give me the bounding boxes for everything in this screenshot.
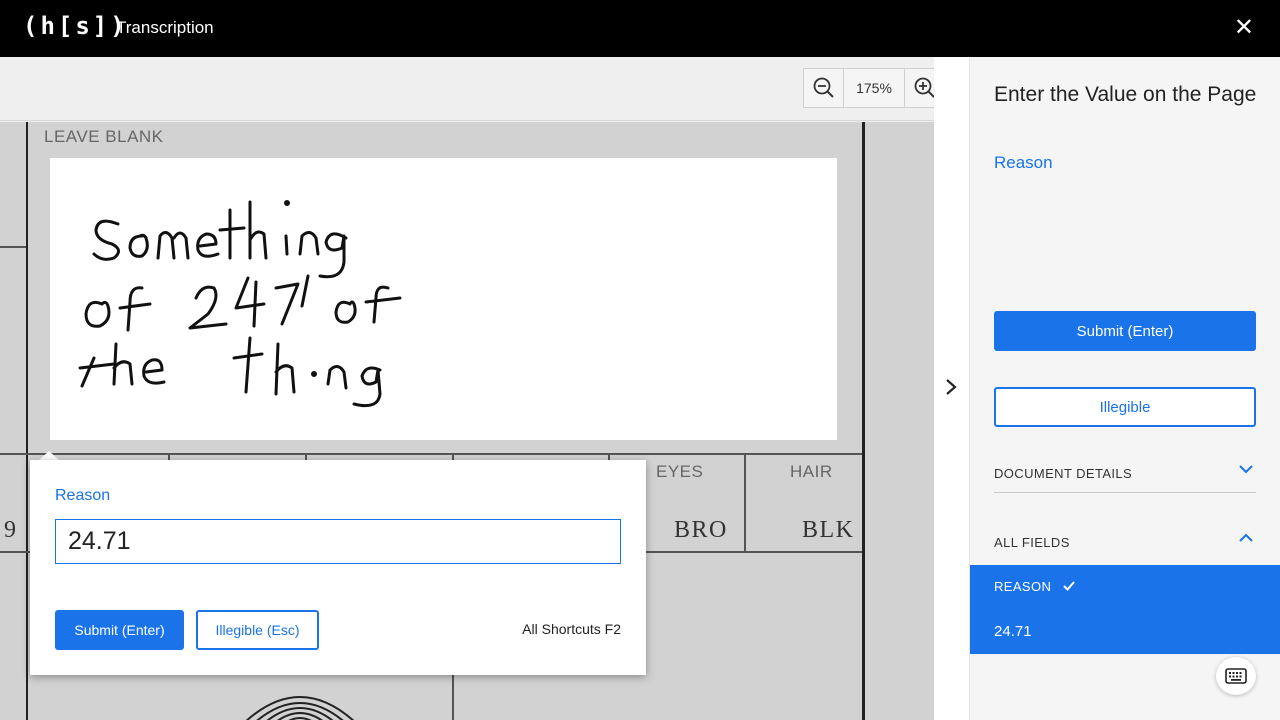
document-details-label: DOCUMENT DETAILS bbox=[994, 466, 1133, 481]
app-logo: (h[s]) bbox=[23, 12, 128, 40]
sidebar: Enter the Value on the Page Reason Submi… bbox=[970, 57, 1280, 720]
popup-field-label: Reason bbox=[55, 487, 111, 504]
shortcuts-hint[interactable]: All Shortcuts F2 bbox=[522, 621, 621, 637]
app-title: Transcription bbox=[116, 18, 214, 37]
check-icon bbox=[1062, 579, 1076, 598]
chevron-right-icon[interactable] bbox=[944, 377, 958, 402]
transcription-popup: Reason Submit (Enter) Illegible (Esc) Al… bbox=[30, 460, 646, 675]
zoom-level: 175% bbox=[843, 69, 905, 107]
form-grid-line bbox=[0, 453, 862, 455]
field-value: 24.71 bbox=[994, 623, 1032, 640]
keyboard-icon[interactable] bbox=[1216, 657, 1256, 695]
handwriting-snippet bbox=[50, 158, 837, 440]
field-name: REASON bbox=[994, 579, 1052, 594]
top-bar: (h[s]) Transcription ✕ bbox=[0, 0, 1280, 57]
all-fields-label: ALL FIELDS bbox=[994, 535, 1070, 550]
sidebar-submit-button[interactable]: Submit (Enter) bbox=[994, 311, 1256, 351]
chevron-up-icon bbox=[1238, 530, 1254, 549]
left-edge-digit: 9 bbox=[4, 517, 18, 543]
hair-label: HAIR bbox=[790, 462, 833, 481]
document-details-section[interactable]: DOCUMENT DETAILS bbox=[994, 457, 1256, 493]
value-input[interactable] bbox=[55, 519, 621, 564]
leave-blank-label: LEAVE BLANK bbox=[44, 127, 164, 146]
popup-submit-button[interactable]: Submit (Enter) bbox=[55, 610, 184, 650]
popup-illegible-button[interactable]: Illegible (Esc) bbox=[196, 610, 319, 650]
zoom-in-icon[interactable] bbox=[905, 69, 934, 107]
zoom-out-icon[interactable] bbox=[804, 69, 843, 107]
sidebar-title: Enter the Value on the Page bbox=[994, 83, 1257, 106]
zoom-controls: 175% bbox=[803, 68, 934, 108]
form-grid-line bbox=[0, 246, 26, 248]
close-icon[interactable]: ✕ bbox=[1234, 16, 1254, 40]
all-fields-section[interactable]: ALL FIELDS bbox=[994, 526, 1256, 562]
sidebar-illegible-button[interactable]: Illegible bbox=[994, 387, 1256, 427]
form-border-line bbox=[26, 122, 28, 720]
eyes-value: BRO bbox=[674, 517, 728, 543]
panel-toggle-strip bbox=[934, 57, 970, 720]
form-grid-line bbox=[744, 453, 746, 551]
field-row-reason[interactable]: REASON 24.71 bbox=[970, 565, 1280, 654]
form-border-line bbox=[862, 122, 865, 720]
fingerprint-image bbox=[245, 696, 355, 720]
viewer-toolbar: 175% bbox=[0, 57, 934, 121]
handwriting-image bbox=[78, 200, 402, 408]
eyes-label: EYES bbox=[656, 462, 704, 481]
hair-value: BLK bbox=[802, 517, 855, 543]
chevron-down-icon bbox=[1238, 461, 1254, 480]
sidebar-field-name: Reason bbox=[994, 153, 1053, 172]
